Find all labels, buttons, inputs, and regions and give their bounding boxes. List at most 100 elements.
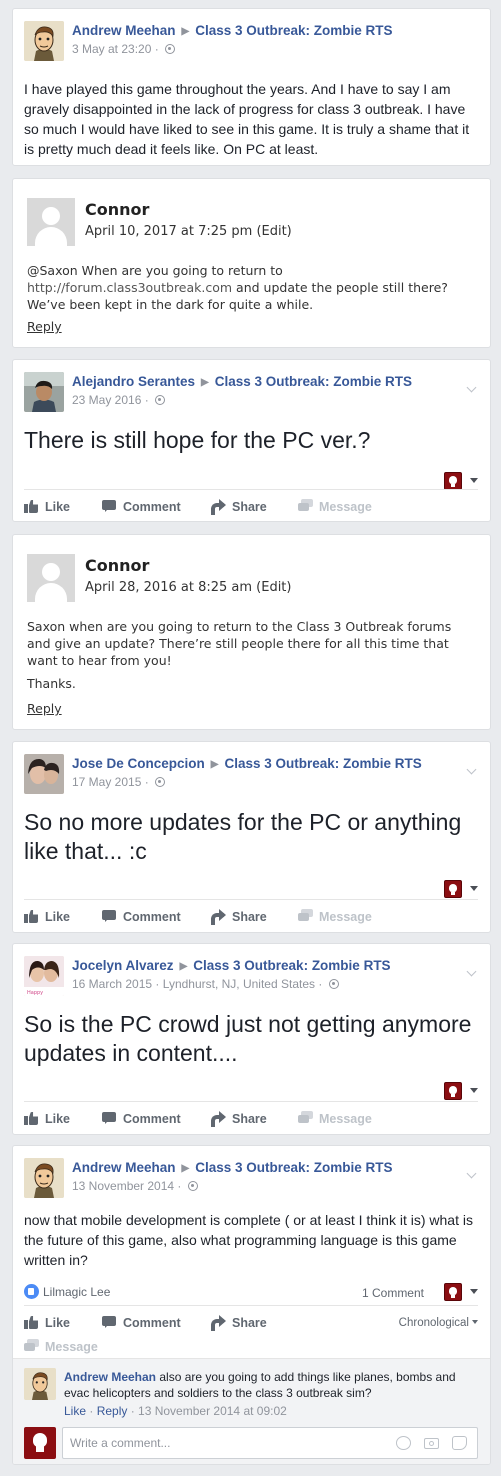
message-icon (298, 1111, 314, 1125)
zombie-skull-icon[interactable] (444, 1082, 462, 1100)
post-card: Jose De Concepcion ▶ Class 3 Outbreak: Zom… (12, 741, 491, 933)
group-name[interactable]: Class 3 Outbreak: Zombie RTS (225, 756, 422, 771)
comment-icon (102, 499, 118, 513)
share-button[interactable]: Share (211, 490, 267, 521)
share-button[interactable]: Share (211, 1102, 267, 1134)
current-user-avatar (24, 1427, 56, 1459)
post-card: Andrew Meehan ▶ Class 3 Outbreak: Zombie R… (12, 8, 491, 166)
liker-name[interactable]: Lilmagic Lee (43, 1285, 110, 1299)
share-icon (211, 499, 227, 515)
comment-date[interactable]: April 10, 2017 at 7:25 pm (Edit) (85, 224, 292, 239)
arrow-right-icon: ▶ (179, 961, 188, 972)
comment-count[interactable]: 1 Comment (362, 1286, 424, 1300)
comment-signoff: Thanks. (27, 676, 76, 691)
comment-timestamp[interactable]: · 13 November 2014 at 09:02 (127, 1404, 287, 1418)
reply-link[interactable]: Reply (27, 319, 62, 334)
author-name[interactable]: Alejandro Serantes (72, 374, 195, 389)
blog-comment: Connor April 10, 2017 at 7:25 pm (Edit) … (12, 178, 491, 348)
sticker-icon[interactable] (452, 1436, 467, 1450)
author-name[interactable]: Andrew Meehan (72, 23, 176, 38)
post-timestamp[interactable]: 17 May 2015 · (72, 775, 152, 789)
group-name[interactable]: Class 3 Outbreak: Zombie RTS (193, 958, 390, 973)
caret-down-icon[interactable] (470, 1088, 478, 1093)
caret-down-icon (472, 1320, 478, 1324)
chevron-down-icon[interactable] (466, 384, 476, 394)
group-name[interactable]: Class 3 Outbreak: Zombie RTS (215, 374, 412, 389)
comment-text: Saxon when are you going to return to th… (27, 619, 452, 668)
post-text: So is the PC crowd just not getting anym… (24, 1011, 472, 1066)
message-icon (298, 909, 314, 923)
chevron-down-icon[interactable] (466, 968, 476, 978)
comment-author: Connor (85, 200, 150, 219)
post-text: I have played this game throughout the y… (24, 81, 470, 157)
post-card: Happy Jocelyn Alvarez ▶ Class 3 Outbreak: … (12, 943, 491, 1135)
zombie-skull-icon[interactable] (444, 472, 462, 490)
like-reaction-icon (24, 1284, 39, 1299)
chevron-down-icon[interactable] (466, 766, 476, 776)
camera-icon[interactable] (424, 1436, 439, 1450)
like-button[interactable]: Like (24, 490, 70, 521)
commenter-avatar[interactable] (24, 1368, 56, 1400)
globe-icon (328, 979, 339, 989)
author-name[interactable]: Jose De Concepcion (72, 756, 205, 771)
comment-button[interactable]: Comment (102, 900, 181, 932)
thumbs-up-icon (24, 1111, 40, 1125)
post-text: now that mobile development is complete … (24, 1212, 473, 1268)
group-name[interactable]: Class 3 Outbreak: Zombie RTS (195, 23, 392, 38)
share-button[interactable]: Share (211, 1306, 267, 1340)
reply-link[interactable]: Reply (27, 701, 62, 716)
message-button[interactable]: Message (298, 1102, 372, 1134)
globe-icon (155, 777, 166, 787)
comments-section: Andrew Meehan also are you going to add … (13, 1358, 490, 1464)
author-avatar[interactable] (24, 21, 64, 61)
share-icon (211, 1111, 227, 1127)
comment-button[interactable]: Comment (102, 490, 181, 521)
comment-sort-dropdown[interactable]: Chronological (399, 1306, 478, 1340)
zombie-skull-icon[interactable] (444, 1283, 462, 1301)
arrow-right-icon: ▶ (210, 759, 219, 770)
emoji-icon[interactable] (396, 1436, 411, 1450)
author-avatar[interactable] (24, 372, 64, 412)
caret-down-icon[interactable] (470, 478, 478, 483)
message-button[interactable]: Message (298, 900, 372, 932)
thumbs-up-icon (24, 1315, 40, 1329)
post-timestamp[interactable]: 16 March 2015 · Lyndhurst, NJ, United St… (72, 977, 326, 991)
comment-body: Andrew Meehan also are you going to add … (64, 1370, 456, 1400)
chevron-down-icon[interactable] (466, 1170, 476, 1180)
commenter-name[interactable]: Andrew Meehan (64, 1370, 156, 1384)
author-avatar[interactable]: Happy (24, 956, 64, 996)
caret-down-icon[interactable] (470, 1289, 478, 1294)
comment-reply-link[interactable]: Reply (97, 1404, 128, 1418)
share-button[interactable]: Share (211, 900, 267, 932)
post-text: So no more updates for the PC or anythin… (24, 809, 462, 864)
share-icon (211, 1315, 227, 1331)
comment-like-link[interactable]: Like (64, 1404, 86, 1418)
zombie-skull-icon[interactable] (444, 880, 462, 898)
comment-date[interactable]: April 28, 2016 at 8:25 am (Edit) (85, 580, 291, 595)
author-name[interactable]: Jocelyn Alvarez (72, 958, 174, 973)
group-name[interactable]: Class 3 Outbreak: Zombie RTS (195, 1160, 392, 1175)
comment-icon (102, 1111, 118, 1125)
share-icon (211, 909, 227, 925)
like-button[interactable]: Like (24, 1102, 70, 1134)
author-name[interactable]: Andrew Meehan (72, 1160, 176, 1175)
globe-icon (155, 395, 166, 405)
caret-down-icon[interactable] (470, 886, 478, 891)
globe-icon (165, 44, 176, 54)
author-avatar[interactable] (24, 754, 64, 794)
post-timestamp[interactable]: 23 May 2016 · (72, 393, 152, 407)
svg-text:Happy: Happy (27, 990, 43, 996)
like-button[interactable]: Like (24, 900, 70, 932)
comment-text: @Saxon When are you going to return to h… (27, 263, 448, 312)
post-timestamp[interactable]: 3 May at 23:20 · (72, 42, 162, 56)
post-text: There is still hope for the PC ver.? (24, 427, 371, 453)
message-button[interactable]: Message (298, 490, 372, 521)
comment-button[interactable]: Comment (102, 1306, 181, 1340)
thumbs-up-icon (24, 499, 40, 513)
forum-link[interactable]: http://forum.class3outbreak.com (27, 280, 232, 295)
author-avatar[interactable] (24, 1158, 64, 1198)
post-card: Andrew Meehan ▶ Class 3 Outbreak: Zombie R… (12, 1145, 491, 1465)
write-comment-input[interactable]: Write a comment... (62, 1427, 478, 1459)
post-timestamp[interactable]: 13 November 2014 · (72, 1179, 185, 1193)
comment-button[interactable]: Comment (102, 1102, 181, 1134)
